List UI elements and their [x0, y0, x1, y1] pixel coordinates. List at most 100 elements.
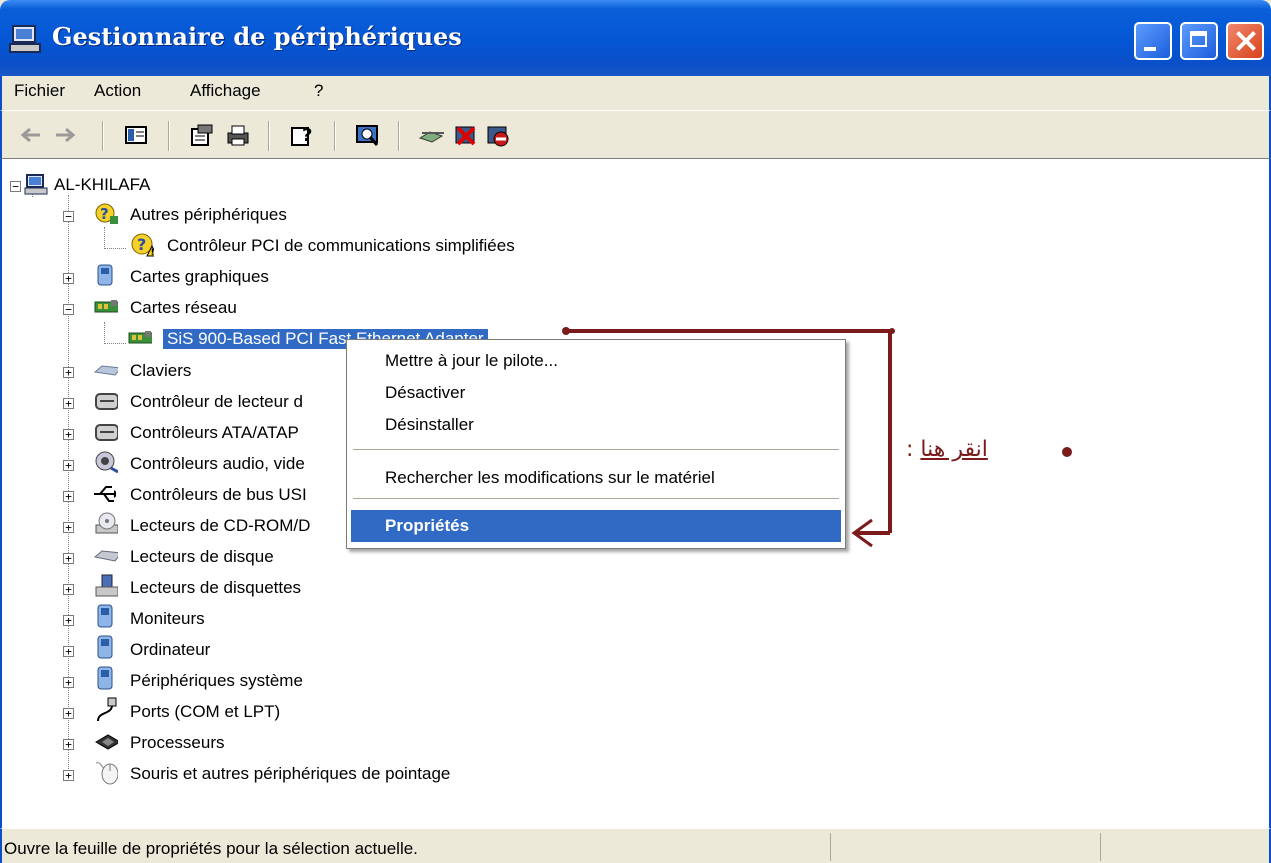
tree-node-label[interactable]: Ports (COM et LPT)	[130, 702, 280, 722]
device-manager-icon	[8, 24, 44, 54]
ctx-update-driver[interactable]: Mettre à jour le pilote...	[351, 345, 841, 377]
help-icon: ?	[291, 125, 312, 146]
disable-button[interactable]	[484, 121, 512, 149]
expand-toggle[interactable]: +	[63, 460, 74, 471]
status-panel	[1100, 833, 1270, 861]
expand-toggle[interactable]: +	[63, 646, 74, 657]
close-button[interactable]	[1226, 22, 1264, 60]
tree-node-label[interactable]: Lecteurs de disque	[130, 547, 274, 567]
menu-help[interactable]: ?	[314, 81, 323, 101]
menu-separator	[353, 449, 839, 450]
tree-node-label[interactable]: Contrôleurs ATA/ATAP	[130, 423, 299, 443]
menu-affichage[interactable]: Affichage	[190, 81, 261, 101]
console-tree-button[interactable]	[122, 121, 150, 149]
tree-node-label[interactable]: Claviers	[130, 361, 191, 381]
expand-toggle[interactable]: +	[63, 677, 74, 688]
title-bar[interactable]: Gestionnaire de périphériques	[0, 0, 1271, 76]
cdrom-icon	[94, 512, 118, 535]
ctx-scan-hardware[interactable]: Rechercher les modifications sur le maté…	[351, 462, 841, 494]
window-title: Gestionnaire de périphériques	[52, 22, 462, 51]
collapse-toggle[interactable]: −	[63, 211, 74, 222]
expand-toggle[interactable]: +	[63, 615, 74, 626]
unknown-device-icon: ?	[94, 203, 118, 225]
tree-node-label[interactable]: Ordinateur	[130, 640, 210, 660]
tree-node-label[interactable]: Autres périphériques	[130, 205, 287, 225]
tree-node-label[interactable]: Cartes réseau	[130, 298, 237, 318]
uninstall-button[interactable]	[452, 121, 480, 149]
ctx-properties[interactable]: Propriétés	[351, 510, 841, 542]
back-icon	[20, 127, 40, 143]
menu-action[interactable]: Action	[94, 81, 141, 101]
toolbar-separator	[334, 121, 336, 151]
print-icon	[227, 125, 249, 146]
uninstall-icon	[455, 126, 476, 146]
toolbar-separator	[268, 121, 270, 151]
expand-toggle[interactable]: +	[63, 398, 74, 409]
expand-toggle[interactable]: +	[63, 553, 74, 564]
monitor-icon	[94, 604, 118, 628]
tree-line	[104, 227, 105, 249]
tree-node-label[interactable]: Souris et autres périphériques de pointa…	[130, 764, 450, 784]
tree-line	[104, 322, 105, 344]
expand-toggle[interactable]: +	[63, 491, 74, 502]
ide-controller-icon	[94, 421, 118, 443]
tree-root-label[interactable]: AL-KHILAFA	[54, 175, 150, 195]
tree-node-label[interactable]: Contrôleurs de bus USI	[130, 485, 307, 505]
menu-bar: Fichier Action Affichage ?	[0, 76, 1271, 110]
keyboard-icon	[94, 359, 118, 381]
collapse-toggle[interactable]: −	[63, 304, 74, 315]
minimize-button[interactable]	[1134, 22, 1172, 60]
expand-toggle[interactable]: +	[63, 273, 74, 284]
tree-node-label[interactable]: Cartes graphiques	[130, 267, 269, 287]
tree-node-label[interactable]: Processeurs	[130, 733, 224, 753]
port-icon	[94, 697, 118, 722]
tree-line	[104, 343, 126, 344]
warning-device-icon: ?!	[130, 233, 154, 258]
maximize-button[interactable]	[1180, 22, 1218, 60]
tree-node-label[interactable]: Lecteurs de disquettes	[130, 578, 301, 598]
svg-text:?: ?	[100, 205, 109, 223]
usb-icon	[92, 483, 116, 505]
back-button[interactable]	[16, 121, 44, 149]
system-device-icon	[94, 666, 118, 690]
forward-button[interactable]	[52, 121, 80, 149]
floppy-icon	[94, 574, 118, 597]
expand-toggle[interactable]: +	[63, 739, 74, 750]
update-driver-button[interactable]	[418, 121, 446, 149]
network-card-icon	[94, 296, 118, 318]
ctx-uninstall[interactable]: Désinstaller	[351, 409, 841, 433]
computer-icon	[24, 173, 48, 195]
menu-separator	[353, 498, 839, 499]
properties-icon	[191, 124, 213, 146]
audio-icon	[94, 451, 118, 474]
expand-toggle[interactable]: +	[63, 708, 74, 719]
annotation-note: انقر هنا :	[906, 437, 988, 462]
expand-toggle[interactable]: +	[63, 429, 74, 440]
tree-node-label[interactable]: Moniteurs	[130, 609, 205, 629]
tree-node-label[interactable]: Contrôleur de lecteur d	[130, 392, 303, 412]
menu-fichier[interactable]: Fichier	[14, 81, 65, 101]
scan-hardware-button[interactable]	[354, 121, 382, 149]
tree-line	[104, 248, 126, 249]
drive-controller-icon	[94, 390, 118, 412]
collapse-toggle[interactable]: −	[10, 181, 21, 192]
tree-node-label[interactable]: Contrôleur PCI de communications simplif…	[167, 236, 515, 256]
display-adapter-icon	[94, 264, 118, 287]
expand-toggle[interactable]: +	[63, 367, 74, 378]
scan-hardware-icon	[356, 125, 379, 146]
expand-toggle[interactable]: +	[63, 522, 74, 533]
ctx-disable[interactable]: Désactiver	[351, 377, 841, 409]
tree-node-label[interactable]: Périphériques système	[130, 671, 303, 691]
mouse-icon	[94, 761, 118, 785]
expand-toggle[interactable]: +	[63, 770, 74, 781]
show-hide-console-tree-icon	[125, 126, 147, 144]
tree-node-label[interactable]: Contrôleurs audio, vide	[130, 454, 305, 474]
print-button[interactable]	[224, 121, 252, 149]
tree-node-label[interactable]: Lecteurs de CD-ROM/D	[130, 516, 310, 536]
toolbar-separator	[398, 121, 400, 151]
processor-icon	[94, 731, 118, 753]
expand-toggle[interactable]: +	[63, 584, 74, 595]
properties-button[interactable]	[188, 121, 216, 149]
help-button[interactable]: ?	[288, 121, 316, 149]
toolbar-separator	[168, 121, 170, 151]
